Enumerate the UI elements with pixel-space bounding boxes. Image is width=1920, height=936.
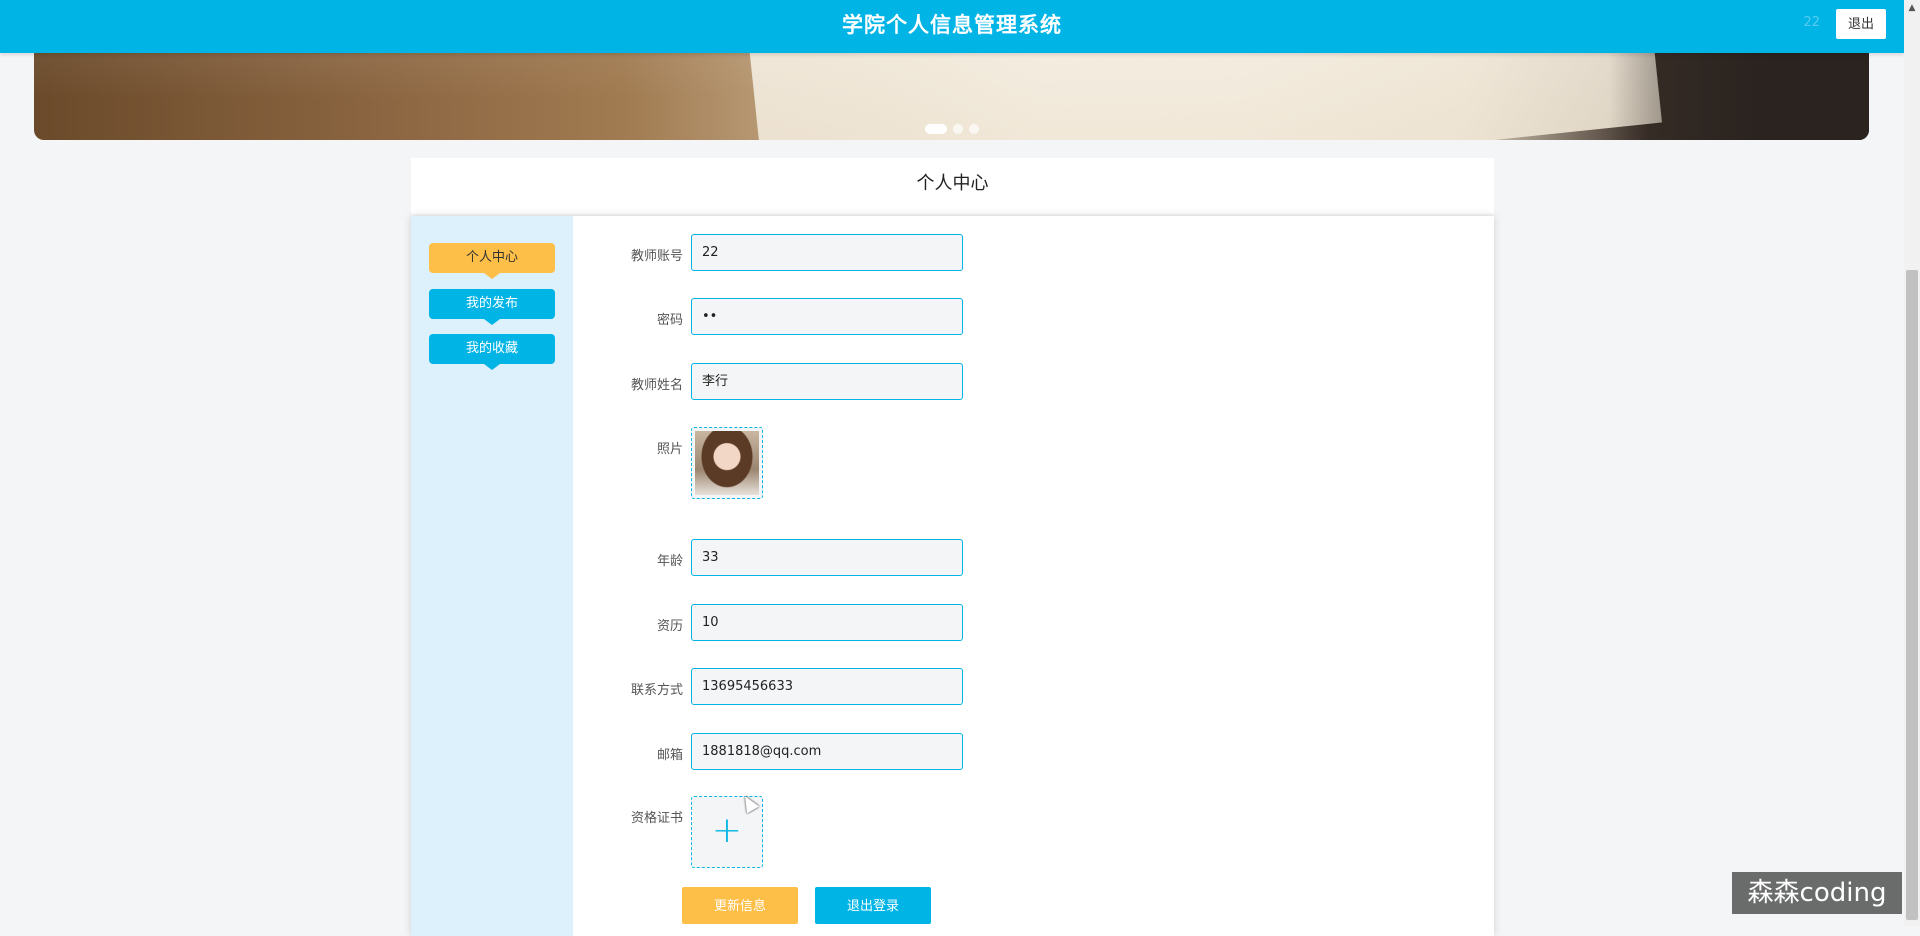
password-input[interactable]: ••	[691, 298, 963, 335]
teacher-name-input[interactable]: 李行	[691, 363, 963, 400]
email-label: 邮箱	[573, 744, 683, 763]
page-title: 个人中心	[411, 158, 1494, 214]
teacher-account-input[interactable]: 22	[691, 234, 963, 271]
age-label: 年龄	[573, 550, 683, 569]
carousel-dot-2[interactable]	[953, 124, 963, 134]
app-title: 学院个人信息管理系统	[0, 0, 1904, 50]
contact-input[interactable]: 13695456633	[691, 668, 963, 705]
teacher-account-label: 教师账号	[573, 245, 683, 264]
certificate-label: 资格证书	[573, 807, 683, 826]
contact-label: 联系方式	[573, 679, 683, 698]
photo-label: 照片	[573, 438, 683, 457]
form-row-age: 年龄 33	[573, 539, 1494, 579]
page-scrollbar[interactable]: ▲	[1904, 0, 1920, 926]
photo-upload[interactable]	[691, 427, 763, 499]
form-row-seniority: 资历 10	[573, 604, 1494, 644]
watermark: 森森coding	[1732, 872, 1902, 914]
teacher-name-label: 教师姓名	[573, 374, 683, 393]
sidebar-item-my-posts[interactable]: 我的发布	[429, 289, 555, 319]
top-nav-bar: 学院个人信息管理系统 22 退出	[0, 0, 1904, 53]
seniority-label: 资历	[573, 615, 683, 634]
form-row-password: 密码 ••	[573, 298, 1494, 338]
carousel-indicators	[34, 118, 1869, 130]
current-username: 22	[1803, 15, 1820, 30]
sidebar-item-my-favorites[interactable]: 我的收藏	[429, 334, 555, 364]
sign-out-button[interactable]: 退出登录	[815, 887, 931, 924]
form-row-teacher-name: 教师姓名 李行	[573, 363, 1494, 403]
form-row-teacher-account: 教师账号 22	[573, 234, 1494, 274]
form-row-contact: 联系方式 13695456633	[573, 668, 1494, 708]
update-info-button[interactable]: 更新信息	[682, 887, 798, 924]
profile-panel: 个人中心 我的发布 我的收藏 教师账号 22 密码 •• 教师姓名 李行 照片 …	[411, 216, 1494, 936]
sidebar: 个人中心 我的发布 我的收藏	[411, 216, 573, 936]
form-row-photo: 照片	[573, 427, 1494, 501]
form-row-email: 邮箱 1881818@qq.com	[573, 733, 1494, 773]
teacher-photo	[695, 431, 759, 495]
password-label: 密码	[573, 309, 683, 328]
carousel-dot-1[interactable]	[925, 124, 947, 134]
sidebar-item-personal-center[interactable]: 个人中心	[429, 243, 555, 273]
age-input[interactable]: 33	[691, 539, 963, 576]
email-input[interactable]: 1881818@qq.com	[691, 733, 963, 770]
header-logout-button[interactable]: 退出	[1836, 9, 1886, 39]
form-row-certificate: 资格证书 +	[573, 796, 1494, 870]
scrollbar-thumb[interactable]	[1906, 270, 1918, 920]
scroll-up-arrow-icon[interactable]: ▲	[1904, 0, 1920, 16]
carousel-dot-3[interactable]	[969, 124, 979, 134]
seniority-input[interactable]: 10	[691, 604, 963, 641]
